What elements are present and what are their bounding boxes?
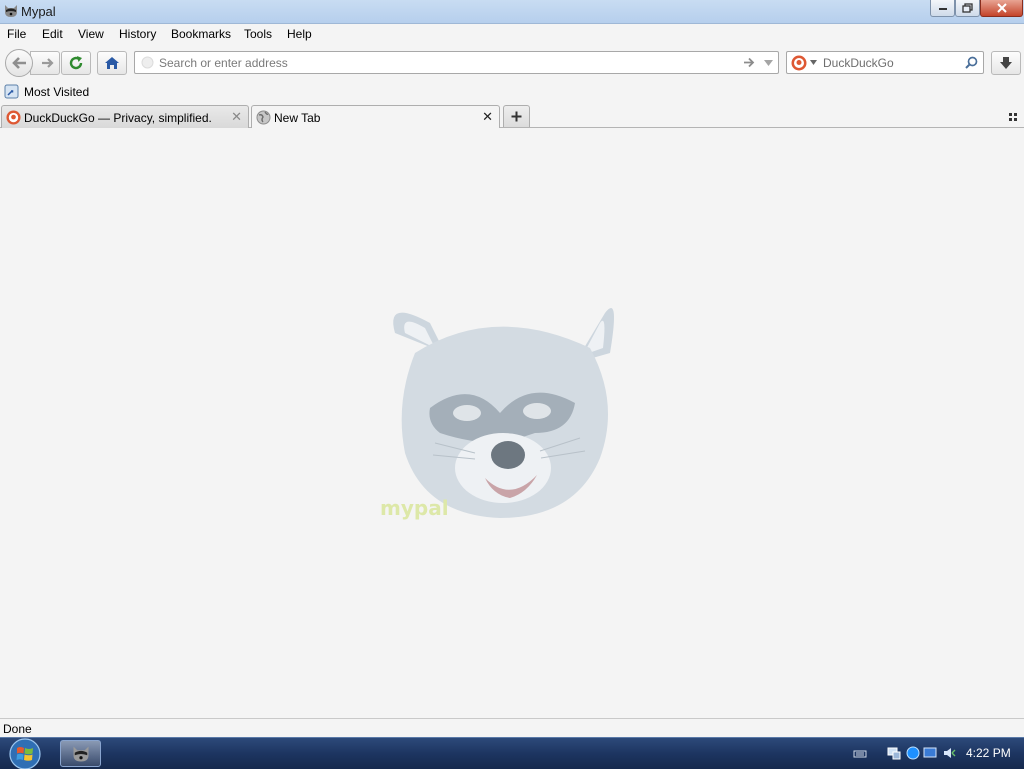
window-title: Mypal (21, 4, 56, 19)
close-window-button[interactable] (980, 0, 1023, 17)
back-button[interactable] (5, 49, 33, 77)
tab-label: DuckDuckGo — Privacy, simplified. (24, 111, 212, 125)
back-arrow-icon (12, 57, 26, 69)
magnifier-icon[interactable] (965, 56, 978, 69)
most-visited-folder[interactable]: Most Visited (4, 84, 89, 99)
menu-tools[interactable]: Tools (244, 27, 272, 41)
raccoon-icon (73, 746, 88, 761)
address-bar[interactable] (134, 51, 779, 74)
bookmarks-toolbar: Most Visited (0, 82, 1024, 103)
status-text: Done (3, 722, 32, 736)
home-button[interactable] (97, 51, 127, 75)
bookmark-folder-icon (4, 84, 19, 99)
menu-bookmarks[interactable]: Bookmarks (171, 27, 231, 41)
most-visited-label: Most Visited (24, 84, 90, 99)
forward-arrow-icon (42, 58, 54, 68)
mascot-caption: mypal (380, 496, 449, 520)
menu-file[interactable]: File (7, 27, 26, 41)
new-tab-page: mypal (0, 128, 1024, 718)
menu-help[interactable]: Help (287, 27, 312, 41)
dropdown-icon[interactable] (763, 59, 774, 67)
menu-view[interactable]: View (78, 27, 104, 41)
plus-icon (511, 111, 522, 122)
windows-start-icon[interactable] (5, 738, 45, 769)
search-bar[interactable] (786, 51, 984, 74)
search-input[interactable] (823, 52, 958, 73)
tab-new-tab[interactable]: New Tab ✕ (251, 105, 500, 129)
taskbar-clock[interactable]: 4:22 PM (966, 746, 1011, 760)
menu-bar: File Edit View History Bookmarks Tools H… (0, 24, 1024, 44)
minimize-icon (938, 8, 947, 10)
navigation-toolbar (0, 45, 1024, 81)
menu-history[interactable]: History (119, 27, 156, 41)
duckduckgo-icon[interactable] (791, 55, 807, 71)
reload-icon (69, 56, 83, 70)
tab-duckduckgo[interactable]: DuckDuckGo — Privacy, simplified. ✕ (1, 105, 249, 128)
taskbar-mypal-button[interactable] (60, 740, 101, 767)
dropdown-icon[interactable] (810, 60, 817, 65)
minimize-button[interactable] (930, 0, 955, 17)
go-arrow-icon[interactable] (743, 57, 756, 68)
downloads-button[interactable] (991, 51, 1021, 75)
tab-grid-icon[interactable] (1008, 112, 1018, 122)
close-tab-icon[interactable]: ✕ (482, 110, 493, 123)
network-icon[interactable] (887, 746, 901, 760)
display-icon[interactable] (923, 746, 937, 760)
forward-button[interactable] (30, 51, 60, 75)
menu-edit[interactable]: Edit (42, 27, 63, 41)
new-tab-button[interactable] (503, 105, 530, 127)
status-bar: Done (0, 718, 1024, 737)
tab-label: New Tab (274, 111, 321, 125)
raccoon-icon (5, 5, 17, 17)
keyboard-icon[interactable] (853, 746, 867, 760)
title-bar: Mypal (0, 0, 1024, 24)
tab-strip: DuckDuckGo — Privacy, simplified. ✕ New … (0, 103, 1024, 129)
duckduckgo-icon (6, 110, 21, 125)
restore-button[interactable] (955, 0, 980, 17)
close-icon (996, 3, 1007, 13)
update-icon[interactable] (906, 746, 920, 760)
address-input[interactable] (159, 52, 729, 73)
close-tab-icon[interactable]: ✕ (231, 110, 242, 123)
raccoon-mascot-logo: mypal (380, 308, 614, 520)
volume-icon[interactable] (942, 746, 956, 760)
page-identity-icon (141, 56, 154, 69)
taskbar: 4:22 PM (0, 737, 1024, 769)
home-icon (105, 57, 119, 69)
restore-icon (962, 3, 973, 13)
reload-button[interactable] (61, 51, 91, 75)
globe-icon (256, 110, 271, 125)
download-icon (1000, 57, 1012, 69)
